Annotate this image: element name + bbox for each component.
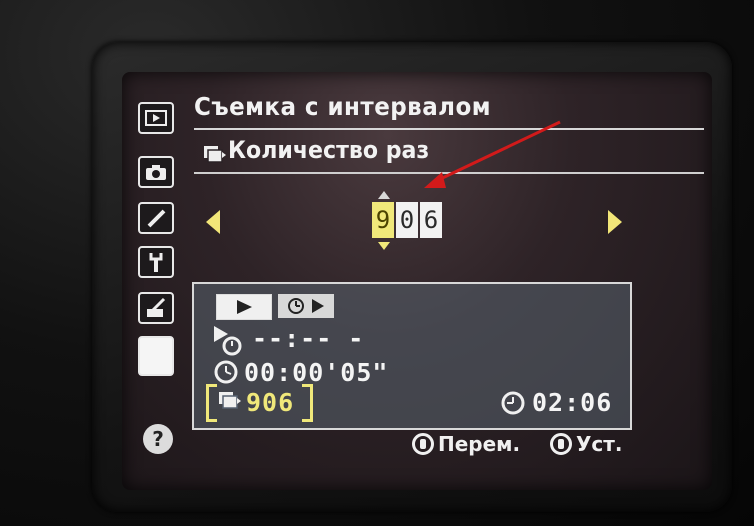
digit-hundreds[interactable]: 9 xyxy=(372,202,394,238)
start-time-icon xyxy=(214,326,242,356)
spin-up-icon[interactable] xyxy=(378,191,390,199)
camera-icon xyxy=(146,165,166,180)
interval-icon xyxy=(214,360,238,384)
setting-title: Количество раз xyxy=(228,136,430,164)
interval-summary-panel: --:-- - 00:00'05" 906 02:06 xyxy=(192,282,632,430)
spin-down-icon[interactable] xyxy=(378,242,390,250)
duration-clock-icon xyxy=(501,391,525,415)
tab-playback[interactable] xyxy=(138,102,174,134)
title-divider xyxy=(194,128,704,130)
move-hint: Перем. xyxy=(412,432,520,456)
shot-count-selector[interactable]: 9 0 6 xyxy=(372,202,442,238)
set-hint-label: Уст. xyxy=(576,432,623,456)
digit-tens[interactable]: 0 xyxy=(396,202,418,238)
menu-title: Съемка с интервалом xyxy=(194,92,492,121)
retouch-icon xyxy=(147,297,166,317)
wrench-icon xyxy=(149,253,163,272)
interval-value: 00:00'05" xyxy=(244,358,389,387)
shots-value: 906 xyxy=(246,388,295,417)
tab-setup[interactable] xyxy=(138,246,174,278)
duration-value: 02:06 xyxy=(532,388,613,417)
tab-shooting[interactable] xyxy=(138,156,174,188)
pencil-icon xyxy=(147,209,166,228)
help-icon[interactable]: ? xyxy=(143,424,173,454)
playback-icon xyxy=(145,110,167,126)
shots-bracket-left xyxy=(206,384,217,422)
timer-start-badge xyxy=(278,294,334,318)
start-now-badge xyxy=(216,294,272,320)
tab-my-menu[interactable] xyxy=(138,336,174,376)
multi-frame-icon xyxy=(204,146,226,163)
lcd-screen: ? Съемка с интервалом Количество раз 9 0… xyxy=(122,72,712,490)
start-time-value: --:-- - xyxy=(252,324,365,353)
play-icon xyxy=(237,300,252,314)
set-hint: Уст. xyxy=(550,432,622,456)
timer-icon xyxy=(288,298,304,314)
increase-arrow-icon[interactable] xyxy=(608,210,622,234)
multi-selector-icon xyxy=(412,433,434,455)
move-hint-label: Перем. xyxy=(438,432,521,456)
decrease-arrow-icon[interactable] xyxy=(206,210,220,234)
digit-ones[interactable]: 6 xyxy=(420,202,442,238)
shots-icon xyxy=(219,392,241,409)
tab-custom-settings[interactable] xyxy=(138,202,174,234)
tab-retouch[interactable] xyxy=(138,292,174,324)
ok-button-icon xyxy=(550,433,572,455)
setting-divider xyxy=(194,172,704,174)
play-small-icon xyxy=(312,299,324,313)
shots-bracket-right xyxy=(302,384,313,422)
